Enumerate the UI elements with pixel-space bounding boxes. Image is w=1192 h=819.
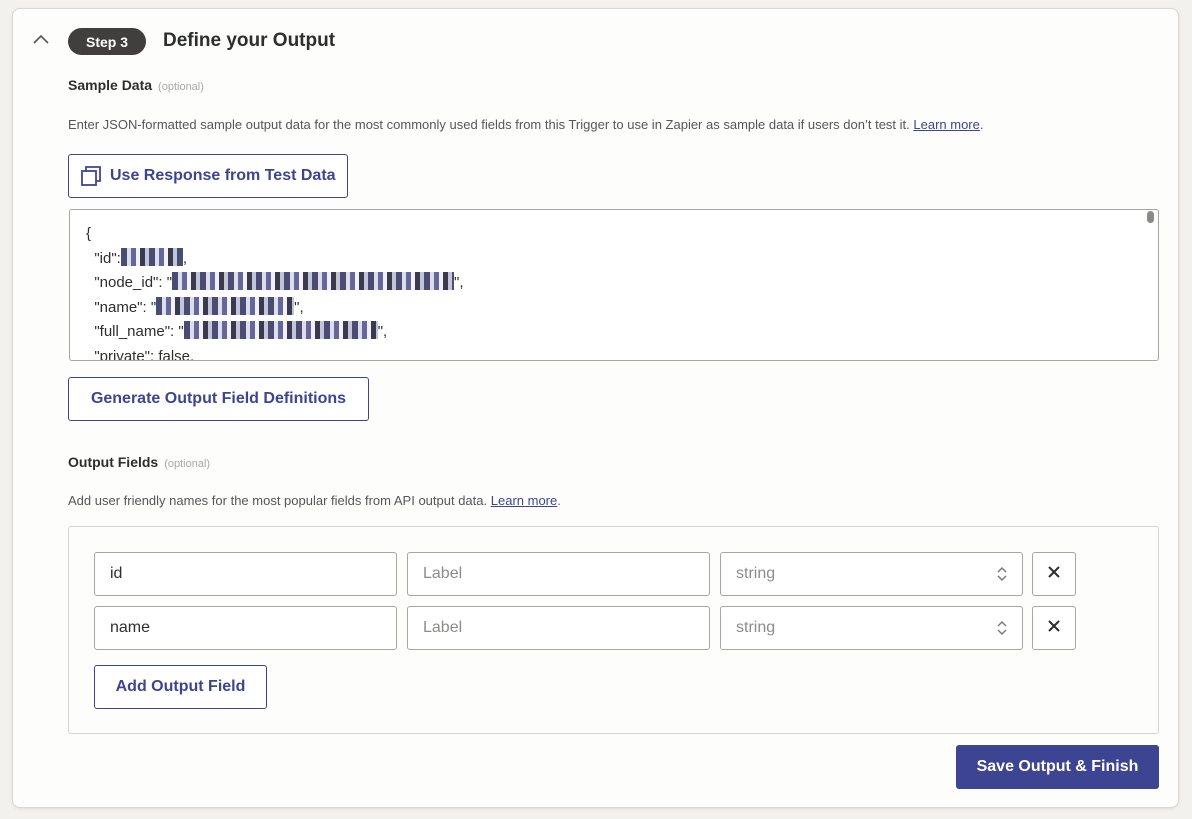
field-label-input[interactable]: Label — [407, 606, 710, 650]
use-response-button[interactable]: Use Response from Test Data — [68, 154, 348, 198]
scrollbar-thumb[interactable] — [1147, 211, 1154, 223]
sample-data-description: Enter JSON-formatted sample output data … — [68, 117, 984, 132]
save-output-finish-button[interactable]: Save Output & Finish — [956, 745, 1159, 789]
field-label-input[interactable]: Label — [407, 552, 710, 596]
json-line: "full_name": " — [86, 323, 184, 340]
close-icon — [1048, 619, 1060, 637]
sample-data-learn-more-link[interactable]: Learn more — [913, 117, 979, 132]
add-output-field-button[interactable]: Add Output Field — [94, 665, 267, 709]
json-line: "name": " — [86, 298, 157, 316]
field-type-select[interactable]: string — [720, 552, 1023, 596]
output-fields-label-text: Output Fields — [68, 454, 159, 470]
redacted-value — [120, 247, 183, 266]
sample-json-textarea[interactable]: { "id":, "node_id": " ", "name": " ", "ful… — [69, 209, 1159, 361]
json-line: { — [86, 225, 92, 242]
generate-output-fields-button[interactable]: Generate Output Field Definitions — [68, 377, 369, 421]
optional-tag: (optional) — [158, 81, 204, 93]
field-key-input[interactable]: id — [94, 552, 397, 596]
sample-data-description-text: Enter JSON-formatted sample output data … — [68, 117, 910, 132]
output-fields-learn-more-link[interactable]: Learn more — [491, 493, 557, 508]
field-key-input[interactable]: name — [94, 606, 397, 650]
optional-tag: (optional) — [164, 458, 211, 470]
remove-field-button[interactable] — [1032, 552, 1076, 596]
use-response-button-label: Use Response from Test Data — [110, 167, 336, 184]
redacted-value — [156, 296, 295, 315]
sample-data-label: Sample Data (optional) — [68, 77, 204, 93]
output-fields-container: id Label string name Label string Add Ou… — [68, 526, 1159, 734]
json-line: "id": — [86, 249, 121, 267]
define-output-card: Step 3 Define your Output Sample Data (op… — [12, 8, 1179, 808]
redacted-value — [172, 272, 455, 290]
remove-field-button[interactable] — [1032, 606, 1076, 650]
output-fields-description: Add user friendly names for the most pop… — [68, 493, 561, 508]
close-icon — [1048, 565, 1060, 583]
field-type-value: string — [736, 619, 776, 636]
json-line: "private": false, — [86, 347, 195, 361]
sample-json-content: { "id":, "node_id": " ", "name": " ", "ful… — [70, 210, 1158, 361]
select-arrows-icon — [996, 619, 1008, 642]
output-fields-description-text: Add user friendly names for the most pop… — [68, 493, 488, 508]
output-fields-label: Output Fields (optional) — [68, 454, 210, 470]
copy-icon — [81, 166, 101, 186]
field-type-value: string — [736, 565, 776, 582]
step-badge: Step 3 — [68, 28, 147, 55]
sample-data-label-text: Sample Data — [68, 77, 153, 93]
field-type-select[interactable]: string — [720, 606, 1023, 650]
redacted-value — [183, 321, 378, 339]
select-arrows-icon — [996, 565, 1008, 588]
json-line: "node_id": " — [86, 274, 173, 291]
collapse-chevron-up-icon[interactable] — [31, 29, 51, 49]
page-title: Define your Output — [163, 30, 336, 51]
